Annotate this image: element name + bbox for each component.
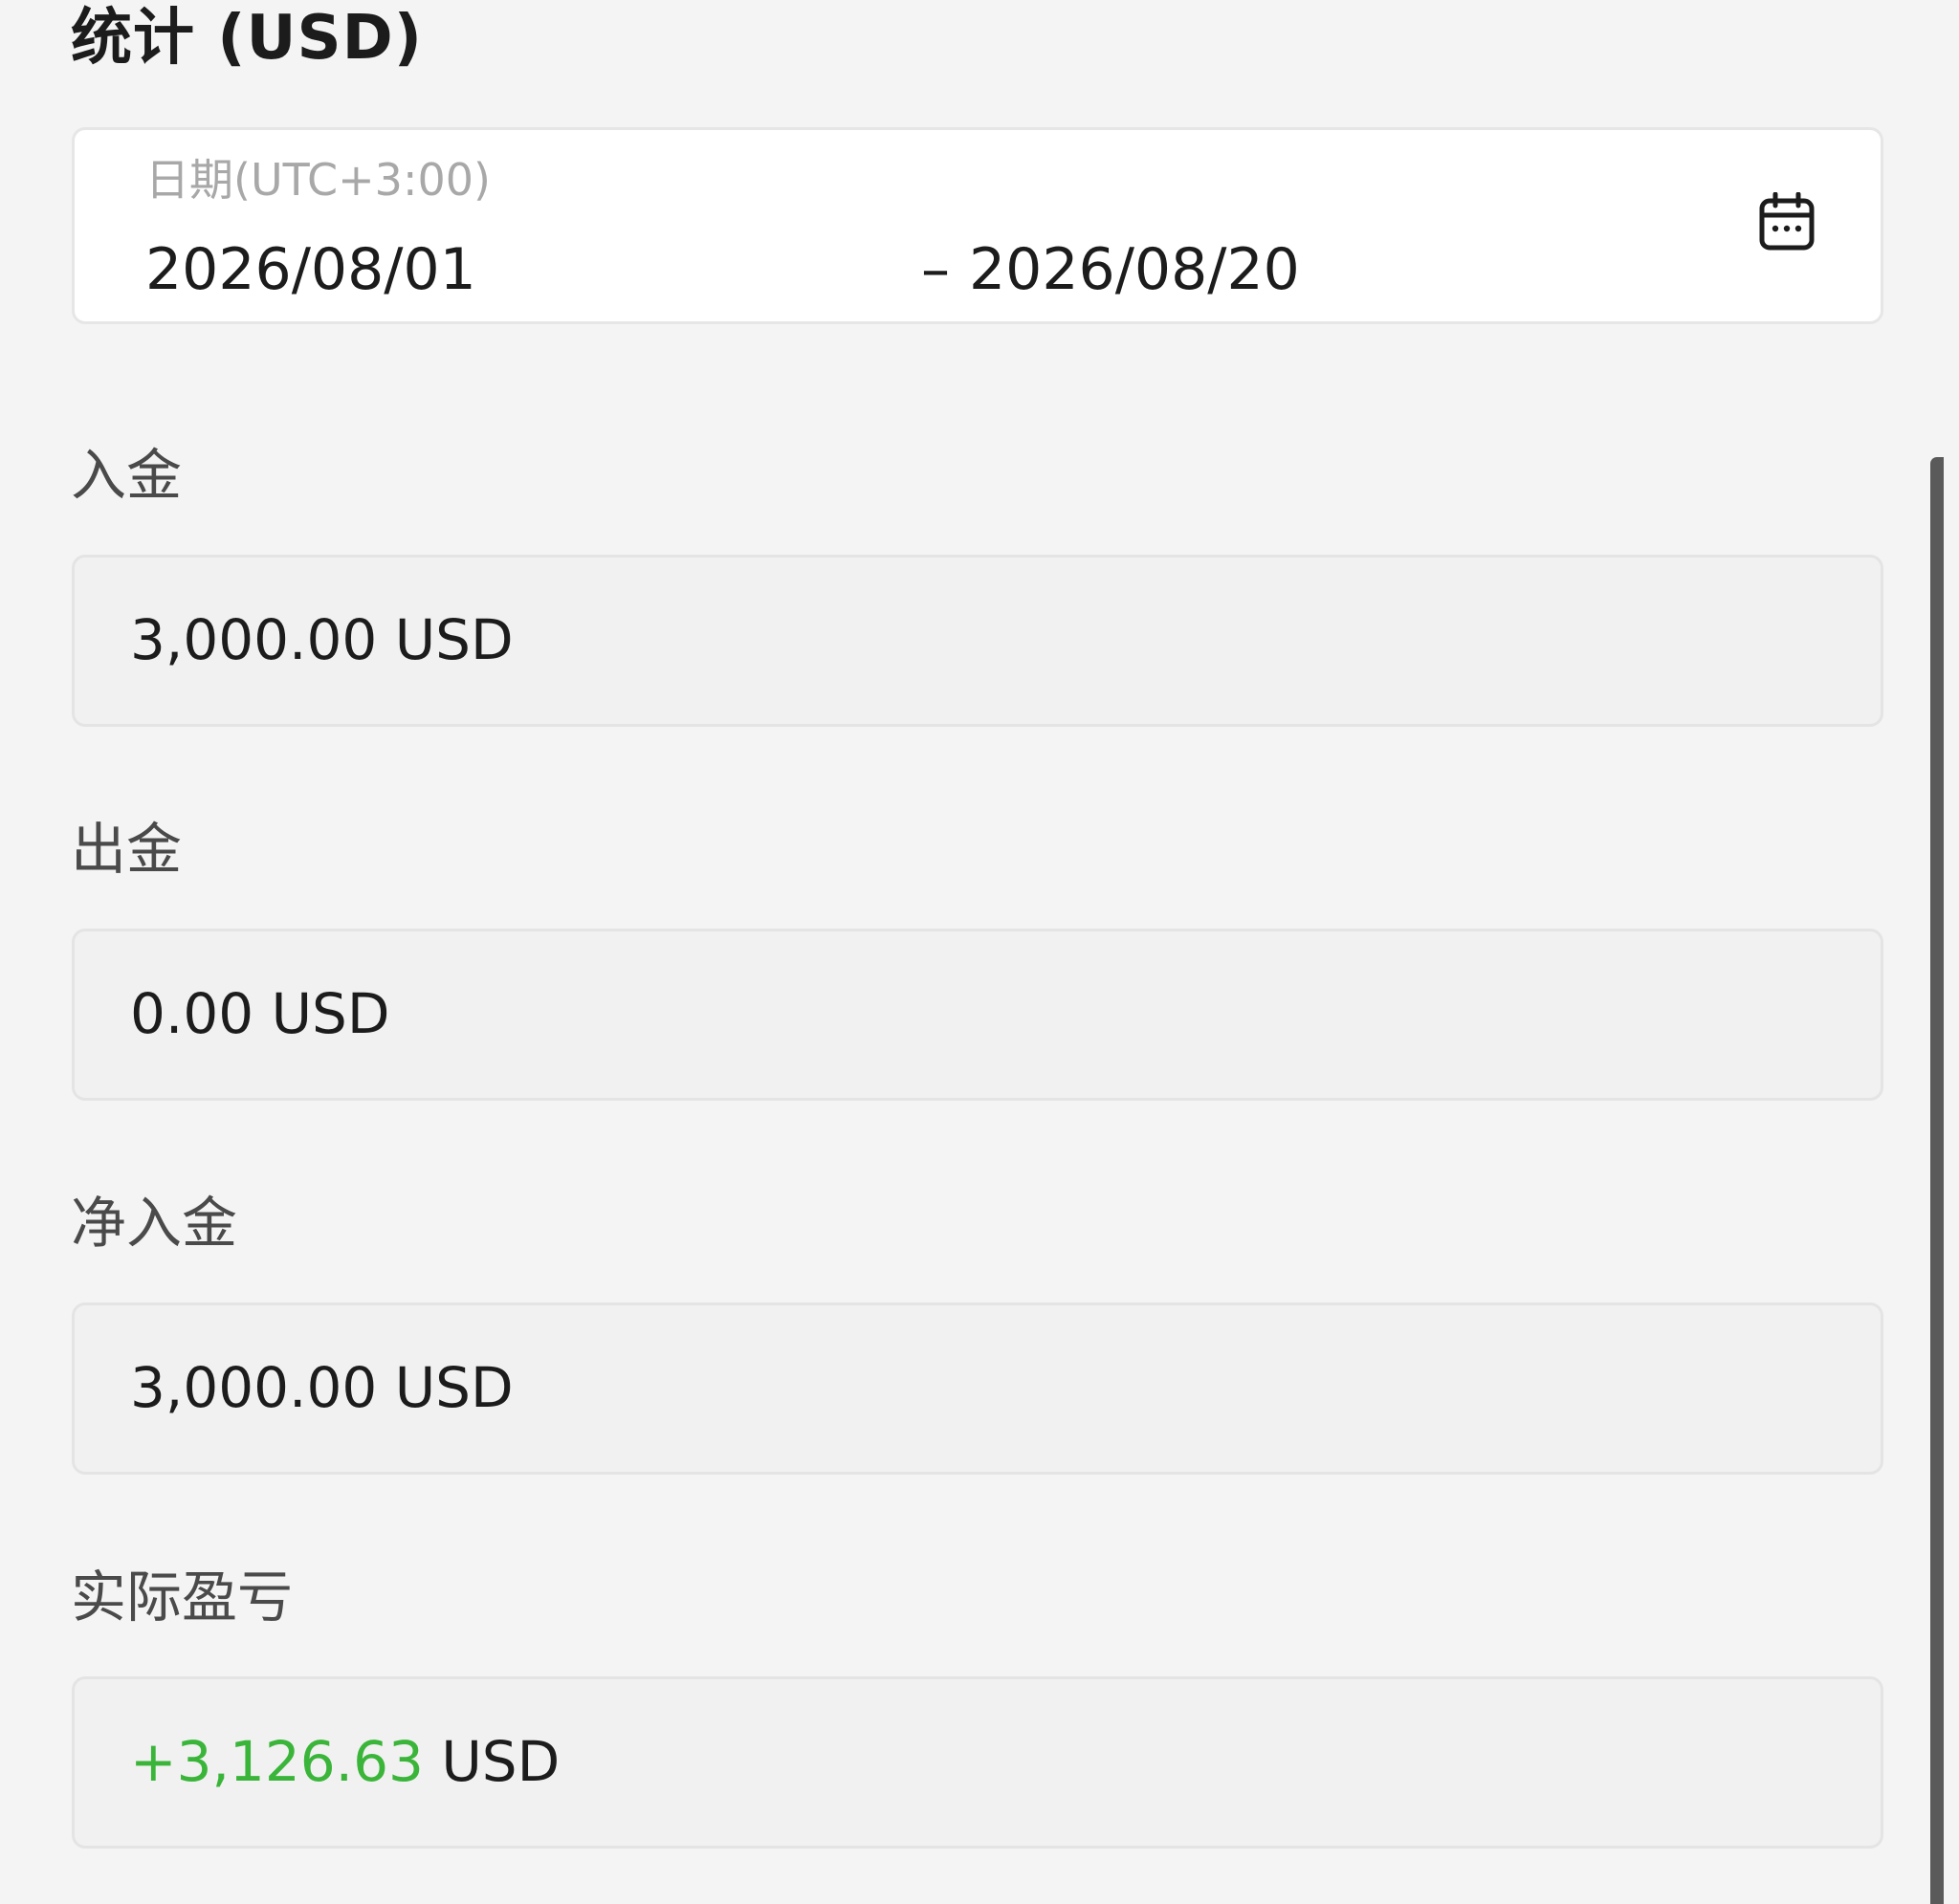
net-deposit-label: 净入金 [71, 1191, 238, 1256]
actual-pnl-unit: USD [423, 1729, 561, 1794]
calendar-icon [1759, 192, 1815, 251]
withdrawal-field: 0.00 USD [72, 929, 1883, 1101]
date-end-value[interactable]: 2026/08/20 [969, 236, 1300, 303]
deposit-label: 入金 [71, 443, 183, 508]
date-range-separator: – [921, 236, 950, 303]
actual-pnl-field: +3,126.63 USD [72, 1676, 1883, 1849]
calendar-button[interactable] [1749, 184, 1825, 260]
statistics-page: 统计 (USD) 日期(UTC+3:00) 2026/08/01 – 2026/… [0, 0, 1959, 1904]
scrollbar-thumb[interactable] [1930, 457, 1944, 1904]
actual-pnl-label: 实际盈亏 [71, 1565, 294, 1630]
deposit-field: 3,000.00 USD [72, 555, 1883, 727]
page-title: 统计 (USD) [71, 3, 423, 74]
net-deposit-field: 3,000.00 USD [72, 1302, 1883, 1475]
date-range-picker[interactable]: 日期(UTC+3:00) 2026/08/01 – 2026/08/20 [72, 127, 1883, 324]
actual-pnl-value: +3,126.63 USD [130, 1727, 560, 1796]
actual-pnl-amount: +3,126.63 [130, 1729, 424, 1794]
withdrawal-value: 0.00 USD [130, 981, 390, 1046]
date-range-label: 日期(UTC+3:00) [145, 154, 491, 206]
withdrawal-label: 出金 [71, 817, 183, 882]
deposit-value: 3,000.00 USD [130, 607, 514, 672]
net-deposit-value: 3,000.00 USD [130, 1355, 514, 1420]
date-start-value[interactable]: 2026/08/01 [145, 236, 476, 303]
